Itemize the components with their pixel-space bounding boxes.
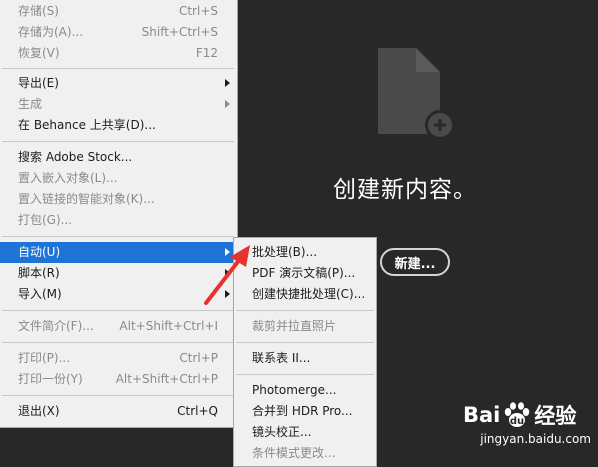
submenu-item-lens-correction[interactable]: 镜头校正... — [234, 422, 376, 443]
svg-text:du: du — [510, 416, 524, 427]
menu-item-exit[interactable]: 退出(X) Ctrl+Q — [0, 401, 236, 422]
new-document-button[interactable]: 新建... — [380, 248, 450, 276]
menu-separator — [2, 310, 234, 311]
menu-item-save[interactable]: 存储(S) Ctrl+S — [0, 1, 236, 22]
menu-item-label: 置入链接的智能对象(K)... — [18, 192, 155, 206]
submenu-item-conditional-mode-change[interactable]: 条件模式更改... — [234, 443, 376, 464]
menu-item-label: 自动(U) — [18, 245, 61, 259]
submenu-item-label: PDF 演示文稿(P)... — [252, 266, 356, 280]
menu-item-label: 在 Behance 上共享(D)... — [18, 118, 156, 132]
menu-item-label: 存储为(A)... — [18, 25, 84, 39]
submenu-arrow-icon — [225, 100, 230, 108]
menu-item-label: 退出(X) — [18, 404, 60, 418]
menu-item-shortcut: Ctrl+P — [179, 351, 218, 365]
menu-item-export[interactable]: 导出(E) — [0, 73, 236, 94]
menu-item-revert[interactable]: 恢复(V) F12 — [0, 43, 236, 64]
submenu-item-merge-hdr[interactable]: 合并到 HDR Pro... — [234, 401, 376, 422]
menu-item-share-behance[interactable]: 在 Behance 上共享(D)... — [0, 115, 236, 136]
menu-separator — [2, 342, 234, 343]
menu-item-save-as[interactable]: 存储为(A)... Shift+Ctrl+S — [0, 22, 236, 43]
baidu-paw-icon: du — [505, 402, 530, 427]
menu-separator — [2, 395, 234, 396]
submenu-item-crop-straighten[interactable]: 裁剪并拉直照片 — [234, 316, 376, 337]
submenu-item-label: Photomerge... — [252, 383, 337, 397]
workspace: 创建新内容。 新建... 存储(S) Ctrl+S 存储为(A)... Shif… — [0, 0, 598, 467]
menu-item-label: 打包(G)... — [18, 213, 73, 227]
menu-item-label: 打印(P)... — [18, 351, 71, 365]
watermark-url: jingyan.baidu.com — [480, 432, 591, 446]
submenu-item-label: 镜头校正... — [252, 425, 312, 439]
file-menu: 存储(S) Ctrl+S 存储为(A)... Shift+Ctrl+S 恢复(V… — [0, 0, 238, 428]
menu-separator — [236, 342, 374, 343]
menu-item-label: 恢复(V) — [18, 46, 60, 60]
menu-item-label: 脚本(R) — [18, 266, 60, 280]
menu-item-place-linked[interactable]: 置入链接的智能对象(K)... — [0, 189, 236, 210]
menu-item-shortcut: Ctrl+Q — [177, 404, 218, 418]
watermark-brand-left: Bai — [463, 403, 501, 427]
submenu-item-contact-sheet[interactable]: 联系表 II... — [234, 348, 376, 369]
submenu-item-label: 裁剪并拉直照片 — [252, 319, 337, 333]
menu-separator — [236, 310, 374, 311]
menu-item-shortcut: Alt+Shift+Ctrl+P — [115, 372, 218, 386]
menu-item-generate[interactable]: 生成 — [0, 94, 236, 115]
menu-item-search-adobe-stock[interactable]: 搜索 Adobe Stock... — [0, 147, 236, 168]
submenu-item-label: 创建快捷批处理(C)... — [252, 287, 366, 301]
menu-item-print-one-copy[interactable]: 打印一份(Y) Alt+Shift+Ctrl+P — [0, 369, 236, 390]
menu-item-shortcut: F12 — [195, 46, 218, 60]
submenu-arrow-icon — [225, 79, 230, 87]
submenu-item-label: 合并到 HDR Pro... — [252, 404, 353, 418]
menu-item-package[interactable]: 打包(G)... — [0, 210, 236, 231]
submenu-item-label: 批处理(B)... — [252, 245, 318, 259]
watermark-brand-right: 经验 — [534, 404, 577, 428]
menu-item-label: 打印一份(Y) — [18, 372, 83, 386]
baidu-jingyan-watermark: Bai du 经验 jingyan.baidu.com — [455, 398, 595, 458]
menu-item-label: 导入(M) — [18, 287, 62, 301]
submenu-item-label: 联系表 II... — [252, 351, 311, 365]
annotation-arrow-icon — [204, 245, 250, 305]
start-panel-title: 创建新内容。 — [333, 177, 477, 203]
menu-item-shortcut: Alt+Shift+Ctrl+I — [119, 319, 218, 333]
menu-item-shortcut: Ctrl+S — [178, 4, 218, 18]
menu-item-place-embedded[interactable]: 置入嵌入对象(L)... — [0, 168, 236, 189]
menu-item-label: 生成 — [18, 97, 43, 111]
new-document-icon — [378, 48, 455, 140]
menu-item-label: 搜索 Adobe Stock... — [18, 150, 133, 164]
menu-separator — [236, 374, 374, 375]
menu-item-label: 存储(S) — [18, 4, 59, 18]
menu-item-label: 置入嵌入对象(L)... — [18, 171, 118, 185]
menu-item-print[interactable]: 打印(P)... Ctrl+P — [0, 348, 236, 369]
watermark-brand: Bai du 经验 — [463, 398, 576, 432]
menu-item-shortcut: Shift+Ctrl+S — [141, 25, 218, 39]
menu-item-label: 导出(E) — [18, 76, 59, 90]
submenu-item-photomerge[interactable]: Photomerge... — [234, 380, 376, 401]
menu-item-label: 文件简介(F)... — [18, 319, 94, 333]
menu-separator — [2, 141, 234, 142]
menu-separator — [2, 68, 234, 69]
submenu-item-label: 条件模式更改... — [252, 446, 336, 460]
menu-item-file-info[interactable]: 文件简介(F)... Alt+Shift+Ctrl+I — [0, 316, 236, 337]
